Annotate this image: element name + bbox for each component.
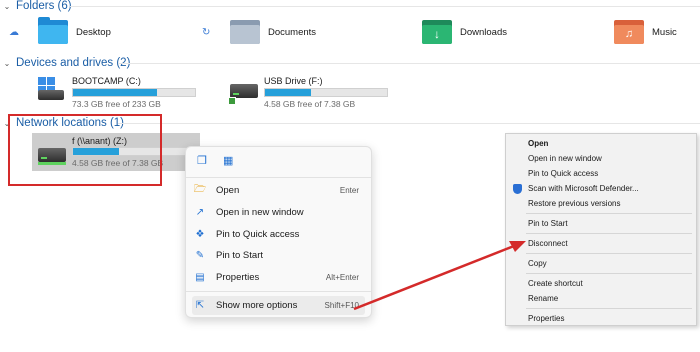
annotation-arrow [353, 241, 526, 311]
